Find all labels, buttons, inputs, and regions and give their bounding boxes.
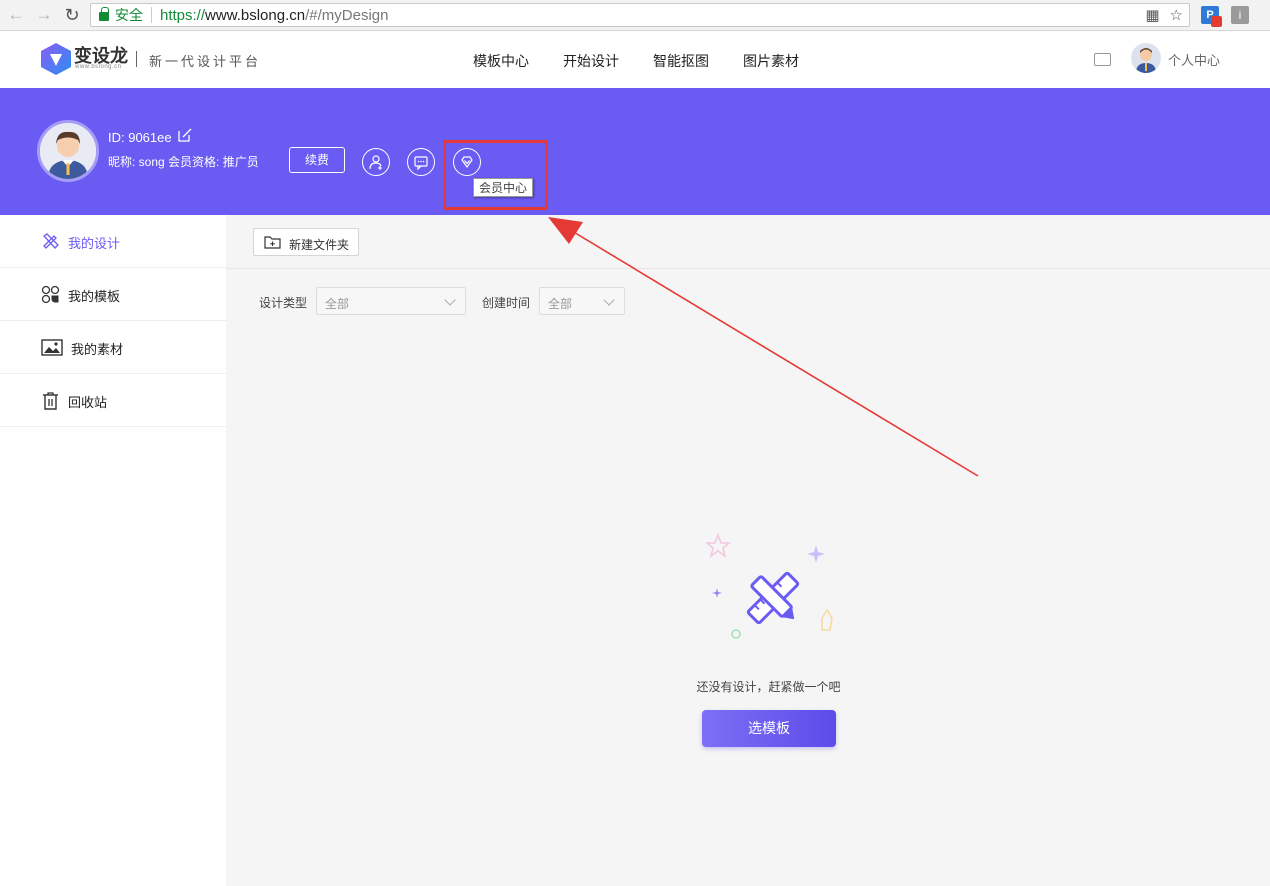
design-toolbar: 新建文件夹 — [226, 215, 1270, 269]
created-time-select[interactable]: 全部 — [539, 287, 625, 315]
user-nickname-membership: 昵称: song 会员资格: 推广员 — [108, 155, 259, 169]
lock-icon — [99, 7, 109, 21]
extension-info-icon[interactable]: i — [1231, 6, 1249, 24]
url-host: www.bslong.cn — [205, 6, 306, 24]
forward-icon[interactable]: → — [34, 5, 54, 25]
reload-icon[interactable]: ↻ — [62, 5, 82, 25]
extension-p-icon[interactable]: P — [1201, 6, 1222, 27]
logo-url: www.bslong.cn — [75, 64, 122, 70]
nav-start-design[interactable]: 开始设计 — [563, 51, 619, 71]
chevron-down-icon — [444, 294, 456, 306]
template-grid-icon — [41, 285, 60, 304]
browser-toolbar: ← → ↻ 安全 https:// www.bslong.cn /#/myDes… — [0, 0, 1270, 31]
add-user-icon[interactable] — [362, 148, 390, 176]
nav-smart-cutout[interactable]: 智能抠图 — [653, 51, 709, 71]
sidebar: 我的设计 我的模板 我的素材 回收站 — [0, 215, 226, 886]
sidebar-item-label: 我的设计 — [68, 236, 121, 251]
nav-image-assets[interactable]: 图片素材 — [743, 51, 799, 71]
trash-icon — [43, 392, 58, 410]
chevron-down-icon — [603, 294, 615, 306]
nav-template-center[interactable]: 模板中心 — [473, 51, 529, 71]
created-time-label: 创建时间 — [482, 296, 531, 310]
url-path: /#/myDesign — [305, 6, 389, 24]
annotation-highlight-box — [443, 140, 548, 210]
main-content: 新建文件夹 设计类型 全部 创建时间 全部 还没有设计，赶紧做一个吧 选模板 — [226, 215, 1270, 886]
user-id: ID: 9061ee — [108, 130, 172, 145]
chat-icon[interactable] — [407, 148, 435, 176]
profile-banner: ID: 9061ee 昵称: song 会员资格: 推广员 续费 会员中心 — [0, 88, 1270, 215]
edit-icon[interactable] — [178, 128, 192, 142]
address-bar[interactable]: 安全 https:// www.bslong.cn /#/myDesign ▦ … — [90, 3, 1190, 27]
secure-label: 安全 — [115, 7, 143, 23]
design-type-value: 全部 — [325, 297, 350, 311]
url-scheme: https:// — [160, 6, 206, 24]
avatar[interactable] — [1131, 43, 1161, 73]
sidebar-item-label: 我的模板 — [68, 289, 121, 304]
empty-state-text: 还没有设计，赶紧做一个吧 — [696, 680, 841, 694]
design-type-select[interactable]: 全部 — [316, 287, 466, 315]
pick-template-button[interactable]: 选模板 — [702, 710, 836, 747]
sidebar-item-label: 我的素材 — [71, 342, 124, 357]
design-type-label: 设计类型 — [259, 296, 308, 310]
profile-avatar[interactable] — [37, 120, 99, 182]
sidebar-item-my-designs[interactable]: 我的设计 — [0, 215, 226, 268]
folder-add-icon — [264, 236, 281, 249]
site-header: 变设龙 www.bslong.cn 新一代设计平台 模板中心 开始设计 智能抠图… — [0, 31, 1270, 88]
translate-icon[interactable]: ▦ — [1145, 6, 1159, 24]
address-separator — [151, 7, 152, 23]
sidebar-item-label: 回收站 — [68, 395, 108, 410]
logo-divider — [136, 51, 137, 67]
personal-center-link[interactable]: 个人中心 — [1168, 50, 1220, 69]
pencil-ruler-icon — [43, 233, 59, 249]
new-folder-button[interactable]: 新建文件夹 — [253, 228, 359, 256]
sidebar-item-trash[interactable]: 回收站 — [0, 374, 226, 427]
image-icon — [41, 339, 63, 356]
sidebar-item-my-assets[interactable]: 我的素材 — [0, 321, 226, 374]
created-time-value: 全部 — [548, 297, 573, 311]
new-folder-label: 新建文件夹 — [289, 238, 350, 252]
message-icon[interactable] — [1094, 48, 1111, 66]
logo-icon[interactable] — [40, 42, 72, 76]
back-icon[interactable]: ← — [6, 5, 26, 25]
renew-button[interactable]: 续费 — [289, 147, 345, 173]
empty-state-illustration — [704, 532, 833, 639]
sidebar-item-my-templates[interactable]: 我的模板 — [0, 268, 226, 321]
star-icon[interactable]: ☆ — [1170, 6, 1183, 24]
slogan: 新一代设计平台 — [149, 54, 262, 69]
